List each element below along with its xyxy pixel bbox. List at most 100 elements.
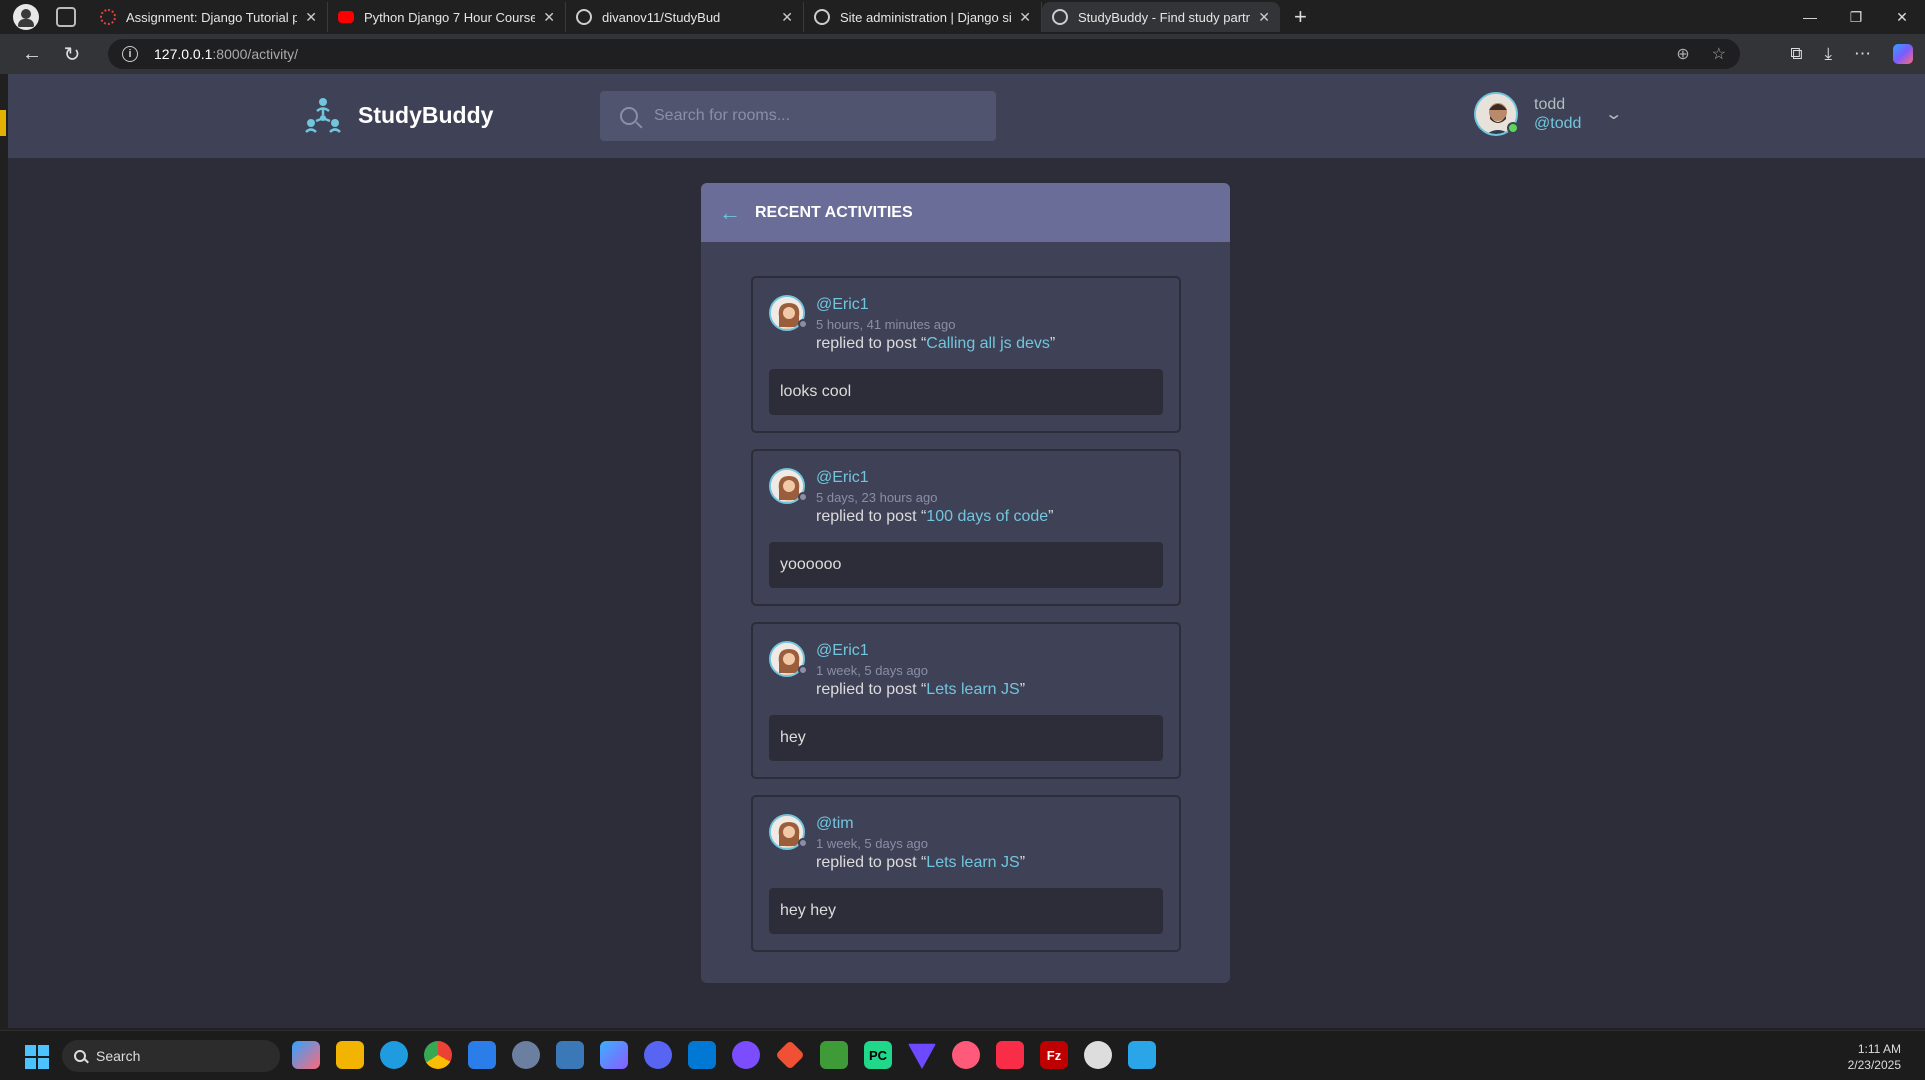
globe-icon <box>814 9 830 25</box>
status-dot <box>798 665 808 675</box>
loading-icon <box>100 9 116 25</box>
close-window-icon[interactable]: ✕ <box>1879 9 1925 26</box>
tab-list: Assignment: Django Tutorial part ✕ Pytho… <box>90 0 1280 34</box>
close-tab-icon[interactable]: ✕ <box>305 9 317 26</box>
obs-icon[interactable] <box>1084 1041 1112 1069</box>
back-icon[interactable]: ← <box>12 43 52 66</box>
store-icon[interactable] <box>468 1041 496 1069</box>
system-clock[interactable]: 1:11 AM 2/23/2025 <box>1848 1041 1901 1073</box>
browser-tab[interactable]: Python Django 7 Hour Course - Y ✕ <box>328 2 566 32</box>
photos-icon[interactable] <box>556 1041 584 1069</box>
clock-date: 2/23/2025 <box>1847 1058 1901 1072</box>
activity-message: yoooooo <box>769 542 1163 588</box>
activity-time: 5 hours, 41 minutes ago <box>816 317 956 332</box>
activity-time: 1 week, 5 days ago <box>816 836 929 851</box>
taskbar-search[interactable]: Search <box>62 1040 280 1072</box>
site-info-icon[interactable]: i <box>122 46 138 62</box>
activity-username[interactable]: @Eric1 <box>816 296 869 314</box>
zoom-icon[interactable]: ⊕ <box>1676 44 1689 64</box>
window-controls: — ❐ ✕ <box>1787 0 1925 34</box>
chrome-icon[interactable] <box>424 1041 452 1069</box>
panel-title: RECENT ACTIVITIES <box>755 203 913 221</box>
vscode-icon[interactable] <box>688 1041 716 1069</box>
discord-icon[interactable] <box>644 1041 672 1069</box>
windows-start-icon[interactable] <box>25 1045 49 1069</box>
page: StudyBuddy todd @todd ⌄ <box>8 74 1925 1028</box>
browser-tab-active[interactable]: StudyBuddy - Find study partners ✕ <box>1042 2 1280 32</box>
close-tab-icon[interactable]: ✕ <box>1019 9 1031 26</box>
itunes-icon[interactable] <box>952 1041 980 1069</box>
browser-tab[interactable]: Site administration | Django site a ✕ <box>804 2 1042 32</box>
settings-icon[interactable] <box>512 1041 540 1069</box>
chevron-down-icon[interactable]: ⌄ <box>1605 104 1624 124</box>
youtube-icon <box>338 11 354 23</box>
copilot-app-icon[interactable] <box>292 1041 320 1069</box>
minecraft-icon[interactable] <box>820 1041 848 1069</box>
activity-action: replied to post “Lets learn JS” <box>816 681 1026 698</box>
m365-icon[interactable] <box>600 1041 628 1069</box>
activity-message: looks cool <box>769 369 1163 415</box>
status-dot <box>798 492 808 502</box>
downloads-icon[interactable]: ⤓ <box>1824 44 1832 64</box>
activity-time: 5 days, 23 hours ago <box>816 490 938 505</box>
filezilla-icon[interactable]: Fz <box>1040 1041 1068 1069</box>
search-icon <box>74 1050 86 1062</box>
activity-username[interactable]: @Eric1 <box>816 469 869 487</box>
browser-tab[interactable]: Assignment: Django Tutorial part ✕ <box>90 2 328 32</box>
git-icon[interactable] <box>775 1040 805 1070</box>
activity-action: replied to post “100 days of code” <box>816 508 1054 525</box>
logo-link[interactable]: StudyBuddy <box>304 96 493 134</box>
tab-title: Assignment: Django Tutorial part <box>126 9 298 25</box>
user-names: todd @todd <box>1534 95 1581 133</box>
tab-title: divanov11/StudyBud <box>602 9 721 25</box>
user-menu[interactable]: todd @todd ⌄ <box>1474 92 1624 136</box>
apple-music-icon[interactable] <box>996 1041 1024 1069</box>
search-icon <box>620 107 638 125</box>
activity-item: @Eric1 1 week, 5 days ago replied to pos… <box>751 622 1181 779</box>
github-desktop-icon[interactable] <box>732 1041 760 1069</box>
brand-name: StudyBuddy <box>358 101 494 128</box>
search-bar[interactable] <box>600 91 996 141</box>
copilot-icon[interactable] <box>1893 44 1913 64</box>
more-options-icon[interactable]: ⋯ <box>1854 44 1871 64</box>
user-handle: @todd <box>1534 115 1582 132</box>
room-link[interactable]: Calling all js devs <box>926 335 1050 352</box>
pycharm-icon[interactable]: PC <box>864 1041 892 1069</box>
tab-title: StudyBuddy - Find study partners <box>1078 9 1251 25</box>
room-link[interactable]: Lets learn JS <box>926 681 1019 698</box>
snipping-tool-icon[interactable] <box>1128 1041 1156 1069</box>
activity-username[interactable]: @Eric1 <box>816 642 869 660</box>
activity-item: @Eric1 5 hours, 41 minutes ago replied t… <box>751 276 1181 433</box>
browser-tab[interactable]: divanov11/StudyBud ✕ <box>566 2 804 32</box>
close-tab-icon[interactable]: ✕ <box>543 9 555 26</box>
file-explorer-icon[interactable] <box>336 1041 364 1069</box>
minimize-icon[interactable]: — <box>1787 9 1833 25</box>
proton-vpn-icon[interactable] <box>908 1043 936 1069</box>
tab-actions-icon[interactable] <box>56 7 76 27</box>
edge-icon[interactable] <box>380 1041 408 1069</box>
browser-tab-strip: Assignment: Django Tutorial part ✕ Pytho… <box>0 0 1925 34</box>
room-link[interactable]: 100 days of code <box>926 508 1048 525</box>
close-tab-icon[interactable]: ✕ <box>781 9 793 26</box>
activity-username[interactable]: @tim <box>816 815 854 833</box>
url-text[interactable]: 127.0.0.1:8000/activity/ <box>154 46 298 62</box>
activity-action: replied to post “Calling all js devs” <box>816 335 1056 352</box>
room-link[interactable]: Lets learn JS <box>926 854 1019 871</box>
activity-message: hey hey <box>769 888 1163 934</box>
extensions-icon[interactable]: ⧉ <box>1790 44 1802 64</box>
profile-icon[interactable] <box>13 4 39 30</box>
reload-icon[interactable]: ↻ <box>52 42 92 67</box>
close-tab-icon[interactable]: ✕ <box>1258 9 1270 26</box>
back-arrow-icon[interactable]: ← <box>719 200 741 226</box>
address-bar[interactable]: i 127.0.0.1:8000/activity/ ⊕ ☆ <box>108 39 1740 69</box>
favorite-star-icon[interactable]: ☆ <box>1712 44 1726 64</box>
restore-icon[interactable]: ❐ <box>1833 9 1879 26</box>
search-input[interactable] <box>654 107 974 125</box>
new-tab-icon[interactable]: + <box>1294 4 1307 30</box>
activity-message: hey <box>769 715 1163 761</box>
window-edge-marker <box>0 110 6 136</box>
activity-list: @Eric1 5 hours, 41 minutes ago replied t… <box>751 276 1181 968</box>
tab-title: Python Django 7 Hour Course - Y <box>364 9 536 25</box>
panel-header: ← RECENT ACTIVITIES <box>701 183 1230 242</box>
site-header: StudyBuddy todd @todd ⌄ <box>8 74 1925 158</box>
